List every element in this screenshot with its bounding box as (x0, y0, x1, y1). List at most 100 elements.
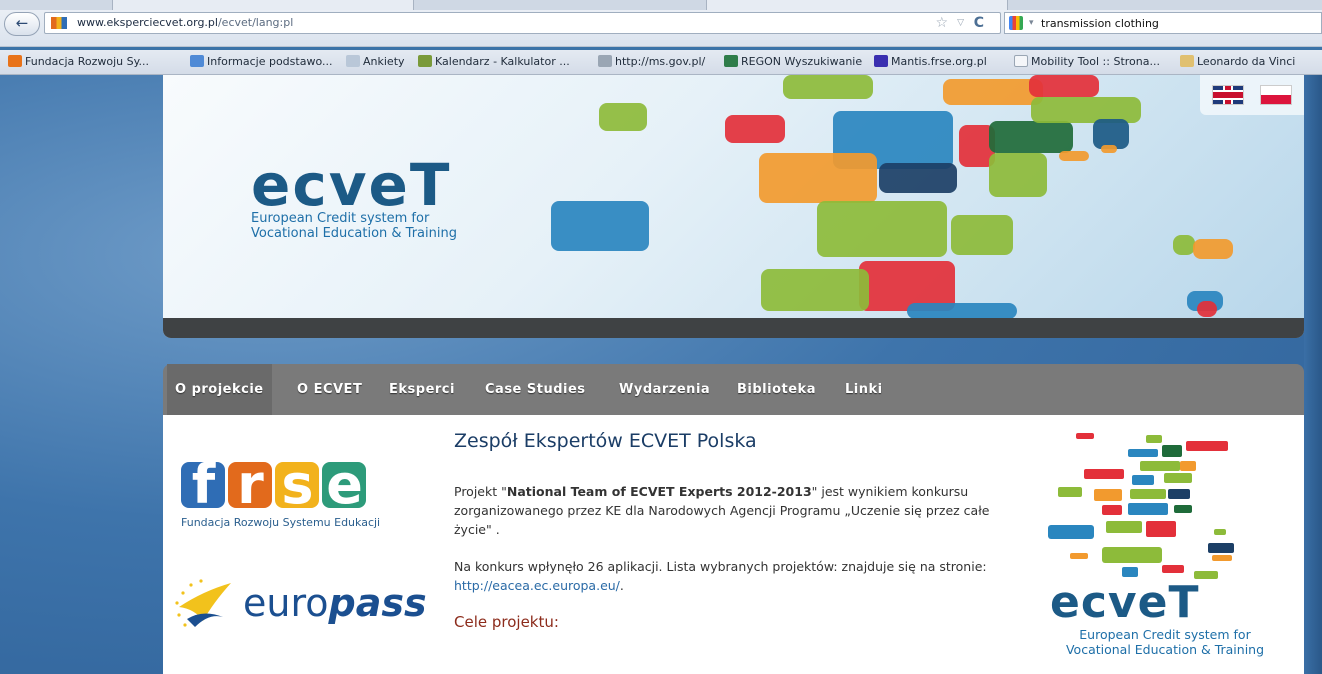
main-content: Zespół Ekspertów ECVET Polska Projekt "N… (437, 415, 1018, 674)
decor-block (725, 115, 785, 143)
decor-block (1173, 235, 1195, 255)
text-span: Na konkurs wpłynęło 26 aplikacji. Lista … (454, 559, 987, 574)
frse-letter: r (228, 458, 272, 512)
blank-icon (1014, 55, 1028, 67)
decor-block (783, 75, 873, 99)
bookmark-item[interactable]: Kalendarz - Kalkulator ... (418, 54, 570, 70)
bookmark-item[interactable]: Ankiety (346, 54, 405, 70)
europass-euro: euro (243, 581, 329, 625)
nav-item-o-projekcie[interactable]: O projekcie (167, 364, 272, 415)
history-dropdown-icon[interactable]: ▽ (957, 13, 964, 33)
bookmark-label: Informacje podstawo... (207, 55, 333, 68)
url-path: /ecvet/lang:pl (217, 16, 294, 29)
reload-icon[interactable]: C (974, 13, 984, 33)
ecvet-logo-subtitle-2: Vocational Education & Training (251, 226, 457, 241)
gus-icon (724, 55, 738, 67)
banner-bottom-bar (163, 318, 1304, 338)
text-span: Projekt " (454, 484, 507, 499)
frse-logo-letters: frse (181, 458, 380, 512)
calendar-icon (418, 55, 432, 67)
browser-tab[interactable] (112, 0, 414, 10)
search-bar[interactable]: ▾ (1004, 12, 1322, 34)
right-sidebar: ecveT European Credit system for Vocation… (1018, 415, 1304, 674)
site-favicon (51, 17, 67, 29)
google-icon[interactable] (1009, 16, 1023, 30)
decor-block (1059, 151, 1089, 161)
ecvet-sidebar-subtitle: European Credit system for Vocational Edu… (1040, 627, 1290, 657)
section-heading: Cele projektu: (454, 613, 559, 631)
bookmark-item[interactable]: Mobility Tool :: Strona... (1014, 54, 1160, 70)
bookmark-label: Mobility Tool :: Strona... (1031, 55, 1160, 68)
europass-wordmark: europass (243, 581, 427, 625)
decor-block (817, 201, 947, 257)
decor-block (907, 303, 1017, 319)
bookmark-item[interactable]: Fundacja Rozwoju Sy... (8, 54, 149, 70)
left-sidebar: frse Fundacja Rozwoju Systemu Edukacji e… (163, 415, 437, 674)
nav-item-eksperci[interactable]: Eksperci (381, 364, 463, 415)
language-switcher (1200, 75, 1304, 115)
main-nav: O projekcie O ECVET Eksperci Case Studie… (163, 364, 1304, 415)
address-bar[interactable]: www.eksperciecvet.org.pl/ecvet/lang:pl ☆… (44, 12, 1001, 34)
decor-block (1101, 145, 1117, 153)
search-engine-dropdown-icon[interactable]: ▾ (1029, 13, 1034, 33)
bookmark-item[interactable]: http://ms.gov.pl/ (598, 54, 705, 70)
page-title: Zespół Ekspertów ECVET Polska (454, 430, 757, 452)
bookmark-item[interactable]: Mantis.frse.org.pl (874, 54, 987, 70)
europass-star-icon (175, 579, 231, 627)
bookmarks-bar: Fundacja Rozwoju Sy... Informacje podsta… (0, 50, 1322, 75)
bookmark-label: Leonardo da Vinci (1197, 55, 1296, 68)
frse-logo[interactable]: frse Fundacja Rozwoju Systemu Edukacji (181, 458, 381, 529)
nav-item-linki[interactable]: Linki (837, 364, 891, 415)
leonardo-icon (1180, 55, 1194, 67)
chart-icon (190, 55, 204, 67)
ecvet-mosaic-icon (1048, 433, 1234, 579)
nav-item-o-ecvet[interactable]: O ECVET (289, 364, 370, 415)
nav-item-case-studies[interactable]: Case Studies (477, 364, 594, 415)
ecvet-logo-subtitle-1: European Credit system for (251, 211, 430, 226)
decor-block (989, 153, 1047, 197)
decor-block (551, 201, 649, 251)
browser-toolbar: ← www.eksperciecvet.org.pl/ecvet/lang:pl… (0, 0, 1322, 47)
frse-letter: s (275, 458, 319, 512)
pl-flag-icon[interactable] (1260, 85, 1292, 105)
bookmark-label: Kalendarz - Kalkulator ... (435, 55, 570, 68)
bookmark-item[interactable]: Leonardo da Vinci (1180, 54, 1295, 70)
scroll-edge (1304, 75, 1322, 674)
frse-icon (8, 55, 22, 67)
frse-letter: f (181, 458, 225, 512)
nav-item-wydarzenia[interactable]: Wydarzenia (611, 364, 718, 415)
decor-block (759, 153, 877, 203)
bookmark-label: http://ms.gov.pl/ (615, 55, 706, 68)
search-input[interactable] (1039, 14, 1313, 33)
article: Zespół Ekspertów ECVET Polska Projekt "N… (454, 429, 994, 632)
bookmark-item[interactable]: Informacje podstawo... (190, 54, 332, 70)
bookmark-item[interactable]: REGON Wyszukiwanie (724, 54, 862, 70)
bookmark-label: Fundacja Rozwoju Sy... (25, 55, 150, 68)
europass-logo[interactable]: europass (173, 573, 427, 633)
decor-block (879, 163, 957, 193)
decor-block (761, 269, 869, 311)
browser-tab[interactable] (706, 0, 1008, 10)
project-name: National Team of ECVET Experts 2012-2013 (506, 484, 812, 499)
ecvet-logo[interactable]: ecveT European Credit system for Vocatio… (251, 156, 457, 241)
ecvet-sidebar-logo[interactable]: ecveT European Credit system for Vocation… (1018, 415, 1304, 674)
back-button[interactable]: ← (4, 12, 40, 36)
decor-block (951, 215, 1013, 255)
bookmark-label: Ankiety (363, 55, 405, 68)
decor-block (599, 103, 647, 131)
frse-caption: Fundacja Rozwoju Systemu Edukacji (181, 516, 381, 529)
text-span: . (619, 578, 624, 593)
decor-block (1197, 301, 1217, 317)
eacea-link[interactable]: http://eacea.ec.europa.eu/ (454, 578, 620, 593)
url-domain: www.eksperciecvet.org.pl (77, 16, 218, 29)
decor-block (943, 79, 1043, 105)
decor-block (1193, 239, 1233, 259)
bookmark-star-icon[interactable]: ☆ (935, 13, 948, 33)
eagle-icon (598, 55, 612, 67)
ecvet-sidebar-word: ecveT (1050, 577, 1200, 628)
uk-flag-icon[interactable] (1212, 85, 1244, 105)
decor-block (1029, 75, 1099, 97)
subtitle-line: European Credit system for (1079, 627, 1251, 642)
page-background: ecveT European Credit system for Vocatio… (0, 75, 1322, 674)
nav-item-biblioteka[interactable]: Biblioteka (729, 364, 824, 415)
